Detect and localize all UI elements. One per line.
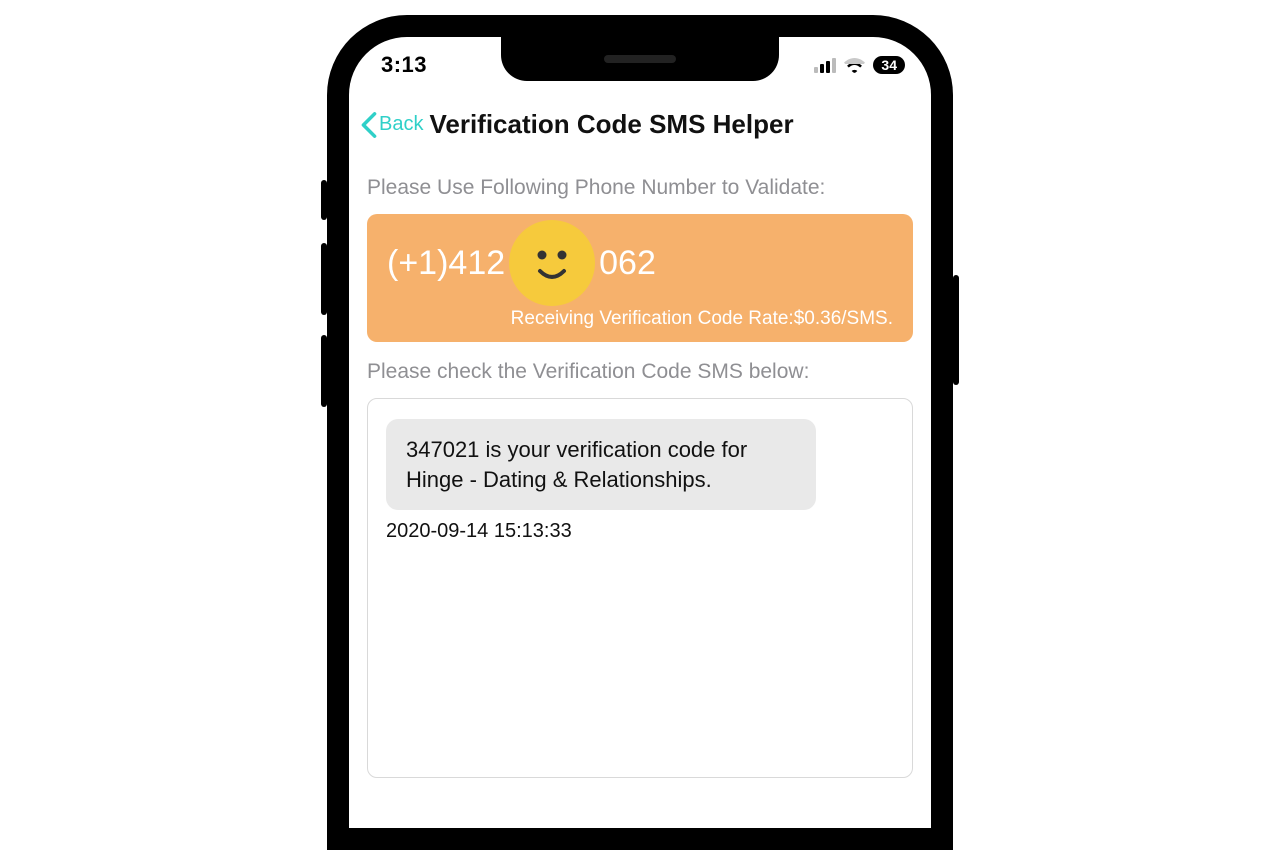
phone-number-card[interactable]: (+1)412 062 Receiving Verification Code … <box>367 214 913 342</box>
status-indicators: 34 <box>814 56 905 74</box>
power-button <box>953 275 959 385</box>
use-number-label: Please Use Following Phone Number to Val… <box>367 176 913 200</box>
notch <box>501 37 779 81</box>
phone-number-prefix: (+1)412 <box>387 244 505 283</box>
redaction-smiley-icon <box>509 220 595 306</box>
main-content: Please Use Following Phone Number to Val… <box>349 176 931 778</box>
phone-number: (+1)412 062 <box>387 236 893 290</box>
phone-screen: 3:13 34 <box>349 37 931 828</box>
back-label: Back <box>379 113 423 136</box>
chevron-left-icon <box>359 111 379 139</box>
sms-message-bubble[interactable]: 347021 is your verification code for Hin… <box>386 419 816 510</box>
check-sms-label: Please check the Verification Code SMS b… <box>367 360 913 384</box>
phone-frame: 3:13 34 <box>327 15 953 850</box>
phone-number-suffix: 062 <box>599 244 656 283</box>
sms-timestamp: 2020-09-14 15:13:33 <box>386 520 894 543</box>
status-time: 3:13 <box>381 52 427 78</box>
page-title: Verification Code SMS Helper <box>429 109 793 140</box>
signal-icon <box>814 58 836 73</box>
sms-list[interactable]: 347021 is your verification code for Hin… <box>367 398 913 778</box>
nav-bar: Back Verification Code SMS Helper <box>349 93 931 158</box>
speaker <box>604 55 676 63</box>
wifi-icon <box>844 57 865 73</box>
phone-mockup: 3:13 34 <box>327 15 953 850</box>
sms-rate: Receiving Verification Code Rate:$0.36/S… <box>387 308 893 330</box>
battery-pill: 34 <box>873 56 905 74</box>
back-button[interactable]: Back <box>359 111 423 139</box>
